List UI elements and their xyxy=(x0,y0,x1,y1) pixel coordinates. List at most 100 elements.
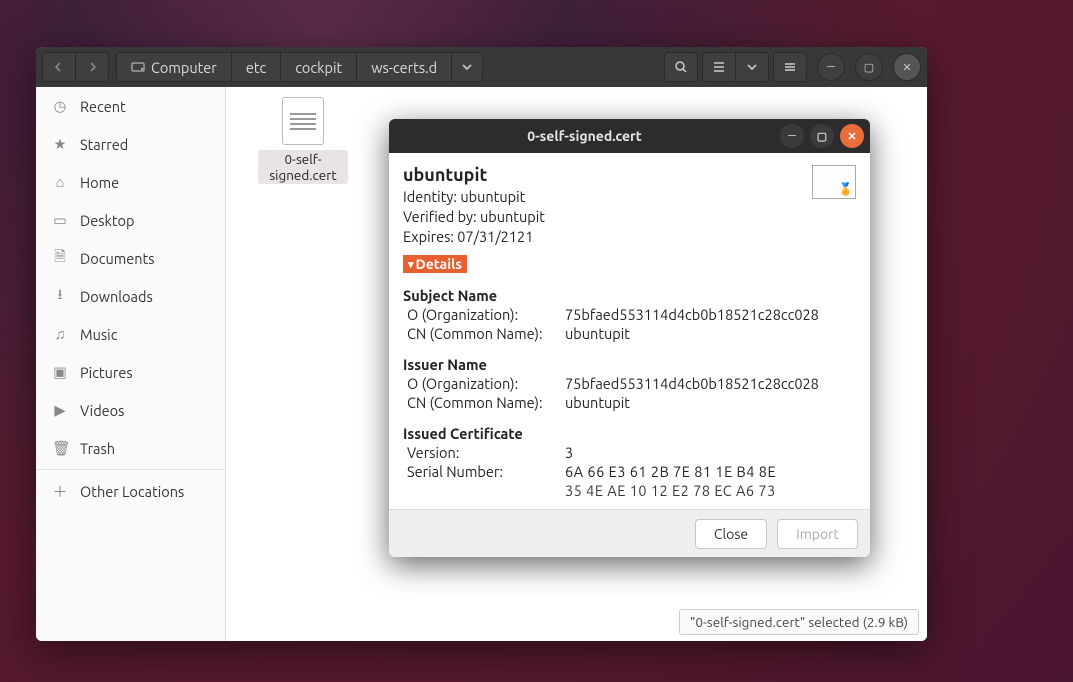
field-label: CN (Common Name): xyxy=(407,394,565,411)
close-icon: ✕ xyxy=(902,61,911,74)
text-file-icon xyxy=(282,97,324,145)
file-manager-header: Computer etc cockpit ws-certs.d ─ ▢ ✕ xyxy=(36,47,927,87)
sidebar-item-label: Documents xyxy=(80,250,155,267)
music-icon: ♫ xyxy=(52,325,68,343)
certificate-icon: 🏅 xyxy=(812,165,856,199)
file-item-cert[interactable]: 0-self-signed.cert xyxy=(258,97,348,184)
sidebar-item-documents[interactable]: 🗎 Documents xyxy=(36,239,225,277)
cert-common-name: ubuntupit xyxy=(403,165,812,185)
sidebar-item-starred[interactable]: ★ Starred xyxy=(36,125,225,163)
serial-value-line2: 35 4E AE 10 12 E2 78 EC A6 73 xyxy=(565,482,856,499)
version-value: 3 xyxy=(565,444,856,461)
sidebar-item-downloads[interactable]: ⭳ Downloads xyxy=(36,277,225,315)
breadcrumb: Computer etc cockpit ws-certs.d xyxy=(117,52,483,82)
sidebar-item-trash[interactable]: 🗑 Trash xyxy=(36,429,225,467)
hamburger-menu-button[interactable] xyxy=(773,52,807,82)
sidebar-item-other-locations[interactable]: ＋ Other Locations xyxy=(36,472,225,510)
details-expander[interactable]: Details xyxy=(403,255,467,273)
section-heading: Issuer Name xyxy=(403,356,856,373)
dialog-body: ubuntupit Identity: ubuntupit Verified b… xyxy=(389,153,870,509)
sidebar-item-pictures[interactable]: ▣ Pictures xyxy=(36,353,225,391)
section-heading: Subject Name xyxy=(403,287,856,304)
chevron-right-icon xyxy=(87,62,97,72)
issuer-o-value: 75bfaed553114d4cb0b18521c28cc028 xyxy=(565,375,856,392)
breadcrumb-etc[interactable]: etc xyxy=(231,52,281,82)
breadcrumb-computer[interactable]: Computer xyxy=(116,52,232,82)
search-button[interactable] xyxy=(664,52,698,82)
verified-by-label: Verified by: xyxy=(403,208,477,225)
sidebar-item-label: Other Locations xyxy=(80,483,184,500)
breadcrumb-menu-button[interactable] xyxy=(451,52,483,82)
breadcrumb-wscertsd[interactable]: ws-certs.d xyxy=(356,52,452,82)
breadcrumb-cockpit[interactable]: cockpit xyxy=(280,52,357,82)
nav-forward-button[interactable] xyxy=(75,52,109,82)
sidebar-item-label: Trash xyxy=(80,440,115,457)
import-button[interactable]: Import xyxy=(777,519,858,549)
sidebar-item-home[interactable]: ⌂ Home xyxy=(36,163,225,201)
subject-name-section: Subject Name O (Organization):75bfaed553… xyxy=(403,287,856,342)
dialog-footer: Close Import xyxy=(389,509,870,557)
sidebar-item-label: Recent xyxy=(80,98,126,115)
sidebar-item-desktop[interactable]: ▭Desktop xyxy=(36,201,225,239)
menu-icon xyxy=(783,60,797,74)
section-heading: Issued Certificate xyxy=(403,425,856,442)
pictures-icon: ▣ xyxy=(52,363,68,381)
breadcrumb-label: ws-certs.d xyxy=(371,59,437,76)
sidebar-item-label: Home xyxy=(80,174,119,191)
desktop-icon: ▭ xyxy=(52,211,68,229)
sidebar-item-recent[interactable]: ◷Recent xyxy=(36,87,225,125)
sidebar-item-label: Music xyxy=(80,326,117,343)
trash-icon: 🗑 xyxy=(52,439,68,457)
sidebar-item-label: Starred xyxy=(80,136,128,153)
breadcrumb-label: cockpit xyxy=(295,59,342,76)
plus-icon: ＋ xyxy=(52,481,68,502)
drive-icon xyxy=(131,60,145,74)
nav-back-button[interactable] xyxy=(42,52,76,82)
breadcrumb-label: etc xyxy=(246,59,266,76)
dialog-titlebar: 0-self-signed.cert ─ ▢ ✕ xyxy=(389,119,870,153)
view-dropdown-button[interactable] xyxy=(735,52,769,82)
minimize-icon: ─ xyxy=(827,61,835,73)
chevron-down-icon xyxy=(462,62,472,72)
details-label: Details xyxy=(416,256,462,272)
window-close-button[interactable]: ✕ xyxy=(893,53,921,81)
star-icon: ★ xyxy=(52,135,68,153)
identity-label: Identity: xyxy=(403,188,457,205)
dialog-close-button[interactable]: ✕ xyxy=(840,124,864,148)
close-button[interactable]: Close xyxy=(695,519,767,549)
close-icon: ✕ xyxy=(847,130,856,143)
sidebar-item-music[interactable]: ♫ Music xyxy=(36,315,225,353)
dialog-minimize-button[interactable]: ─ xyxy=(780,124,804,148)
field-label: O (Organization): xyxy=(407,306,565,323)
sidebar-item-label: Pictures xyxy=(80,364,133,381)
dialog-maximize-button[interactable]: ▢ xyxy=(810,124,834,148)
field-label: CN (Common Name): xyxy=(407,325,565,342)
sidebar-item-videos[interactable]: ▶ Videos xyxy=(36,391,225,429)
window-minimize-button[interactable]: ─ xyxy=(817,53,845,81)
field-label: O (Organization): xyxy=(407,375,565,392)
field-label: Serial Number: xyxy=(407,463,565,480)
file-label: 0-self-signed.cert xyxy=(258,150,348,184)
documents-icon: 🗎 xyxy=(52,246,68,271)
sidebar: ◷Recent ★ Starred ⌂ Home ▭Desktop 🗎 Documen… xyxy=(36,87,226,641)
breadcrumb-label: Computer xyxy=(151,59,217,76)
view-list-button[interactable] xyxy=(702,52,736,82)
issuer-name-section: Issuer Name O (Organization):75bfaed5531… xyxy=(403,356,856,411)
window-maximize-button[interactable]: ▢ xyxy=(855,53,883,81)
expires-value: 07/31/2121 xyxy=(457,228,533,245)
minimize-icon: ─ xyxy=(788,130,796,142)
dialog-summary: ubuntupit Identity: ubuntupit Verified b… xyxy=(403,165,856,245)
serial-value-line1: 6A 66 E3 61 2B 7E 81 1E B4 8E xyxy=(565,463,856,480)
sidebar-item-label: Videos xyxy=(80,402,124,419)
videos-icon: ▶ xyxy=(52,401,68,419)
status-bar: "0-self-signed.cert" selected (2.9 kB) xyxy=(679,609,919,635)
search-icon xyxy=(674,60,688,74)
home-icon: ⌂ xyxy=(52,173,68,191)
downloads-icon: ⭳ xyxy=(52,284,68,309)
expires-label: Expires: xyxy=(403,228,454,245)
chevron-down-icon xyxy=(747,62,757,72)
sidebar-item-label: Downloads xyxy=(80,288,153,305)
identity-value: ubuntupit xyxy=(460,188,525,205)
certificate-dialog: 0-self-signed.cert ─ ▢ ✕ ubuntupit Ident… xyxy=(389,119,870,557)
chevron-left-icon xyxy=(54,62,64,72)
